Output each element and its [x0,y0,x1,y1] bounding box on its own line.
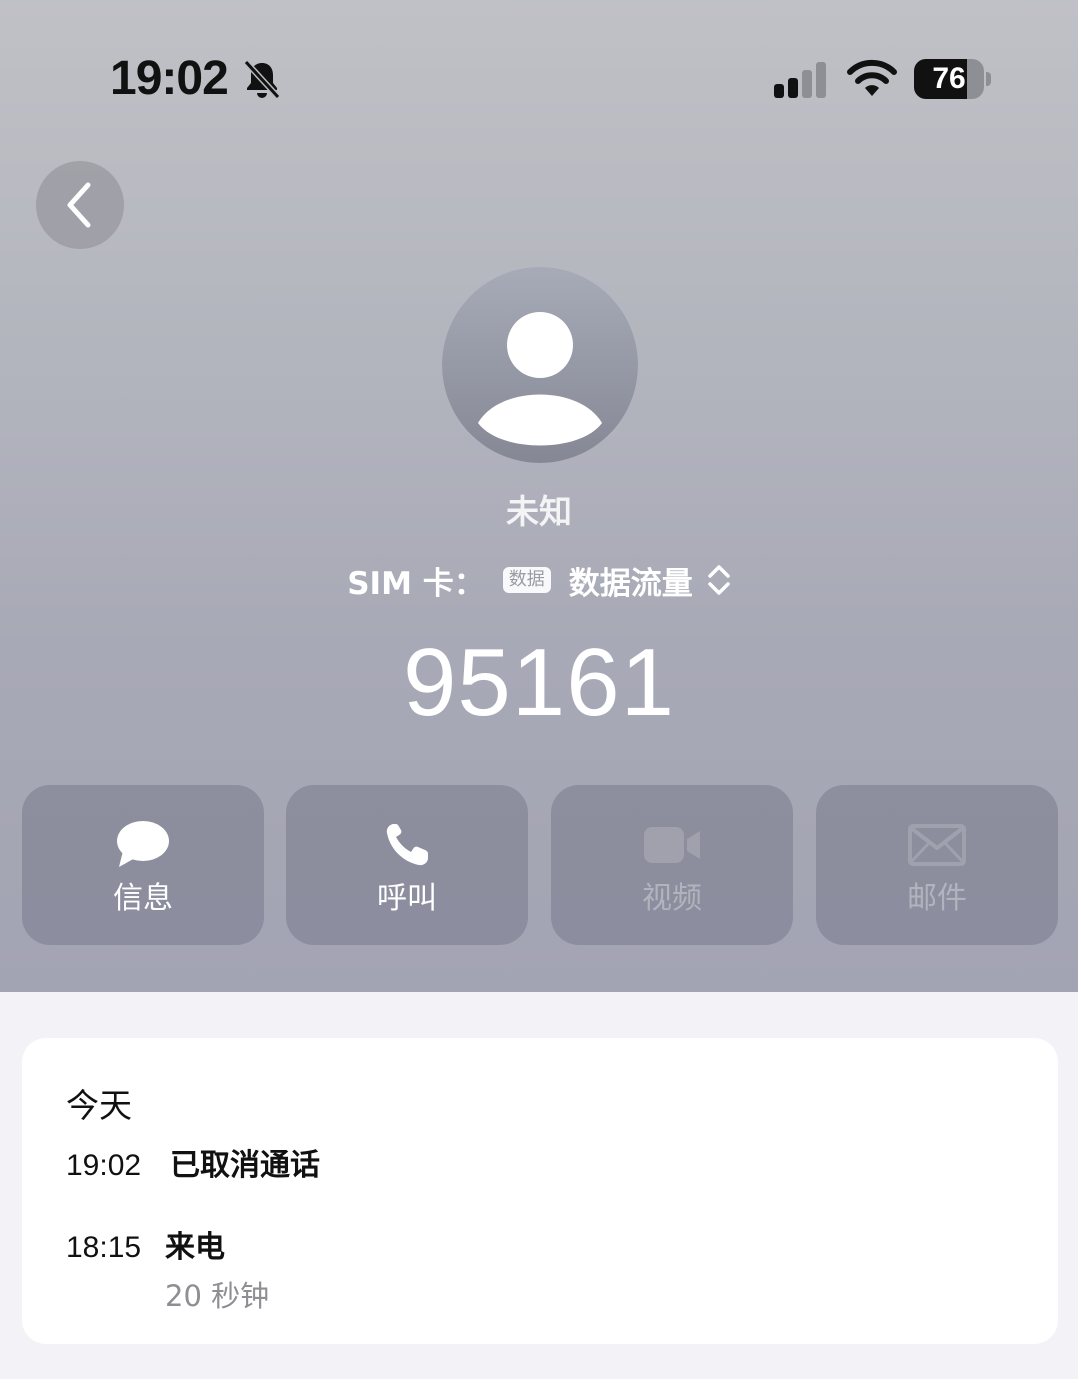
battery-level: 76 [932,62,966,95]
sim-value: 数据流量 [568,565,693,602]
phone-number: 95161 [403,629,675,736]
action-buttons: 信息 呼叫 视频 邮件 [22,785,1058,945]
chevron-up-down-icon [708,565,730,595]
contact-name: 未知 [506,492,572,531]
call-button[interactable]: 呼叫 [286,785,528,945]
history-entry-duration: 20 秒钟 [165,1279,270,1313]
call-button-label: 呼叫 [377,881,437,916]
status-time: 19:02 [110,52,229,105]
back-button[interactable] [36,161,124,249]
battery-icon: 76 [914,59,992,99]
message-button[interactable]: 信息 [22,785,264,945]
history-entry-time: 19:02 [66,1149,142,1182]
history-entry-status: 已取消通话 [170,1148,320,1183]
message-bubble-icon [117,821,169,867]
video-camera-icon [644,827,700,863]
history-entry-status: 来电 [165,1230,225,1265]
call-history-card: 今天 19:02 已取消通话 18:15 来电 20 秒钟 [22,1038,1058,1344]
video-button-label: 视频 [642,881,702,916]
contact-avatar [442,267,638,463]
chevron-left-icon [67,182,91,228]
phone-icon [386,824,428,866]
person-silhouette-icon [442,267,638,463]
sim-tag-badge: 数据 [502,567,551,593]
signal-icon [774,62,826,98]
email-button-label: 邮件 [907,881,967,916]
sim-label: SIM 卡： [347,565,485,602]
bell-slash-icon [243,59,281,100]
wifi-icon [847,59,897,96]
sim-selector[interactable]: SIM 卡： 数据 数据流量 [0,558,1078,602]
envelope-icon [908,824,966,866]
history-day-label: 今天 [66,1086,132,1125]
message-button-label: 信息 [113,881,173,916]
history-entry-time: 18:15 [66,1231,142,1264]
email-button[interactable]: 邮件 [816,785,1058,945]
video-button[interactable]: 视频 [551,785,793,945]
